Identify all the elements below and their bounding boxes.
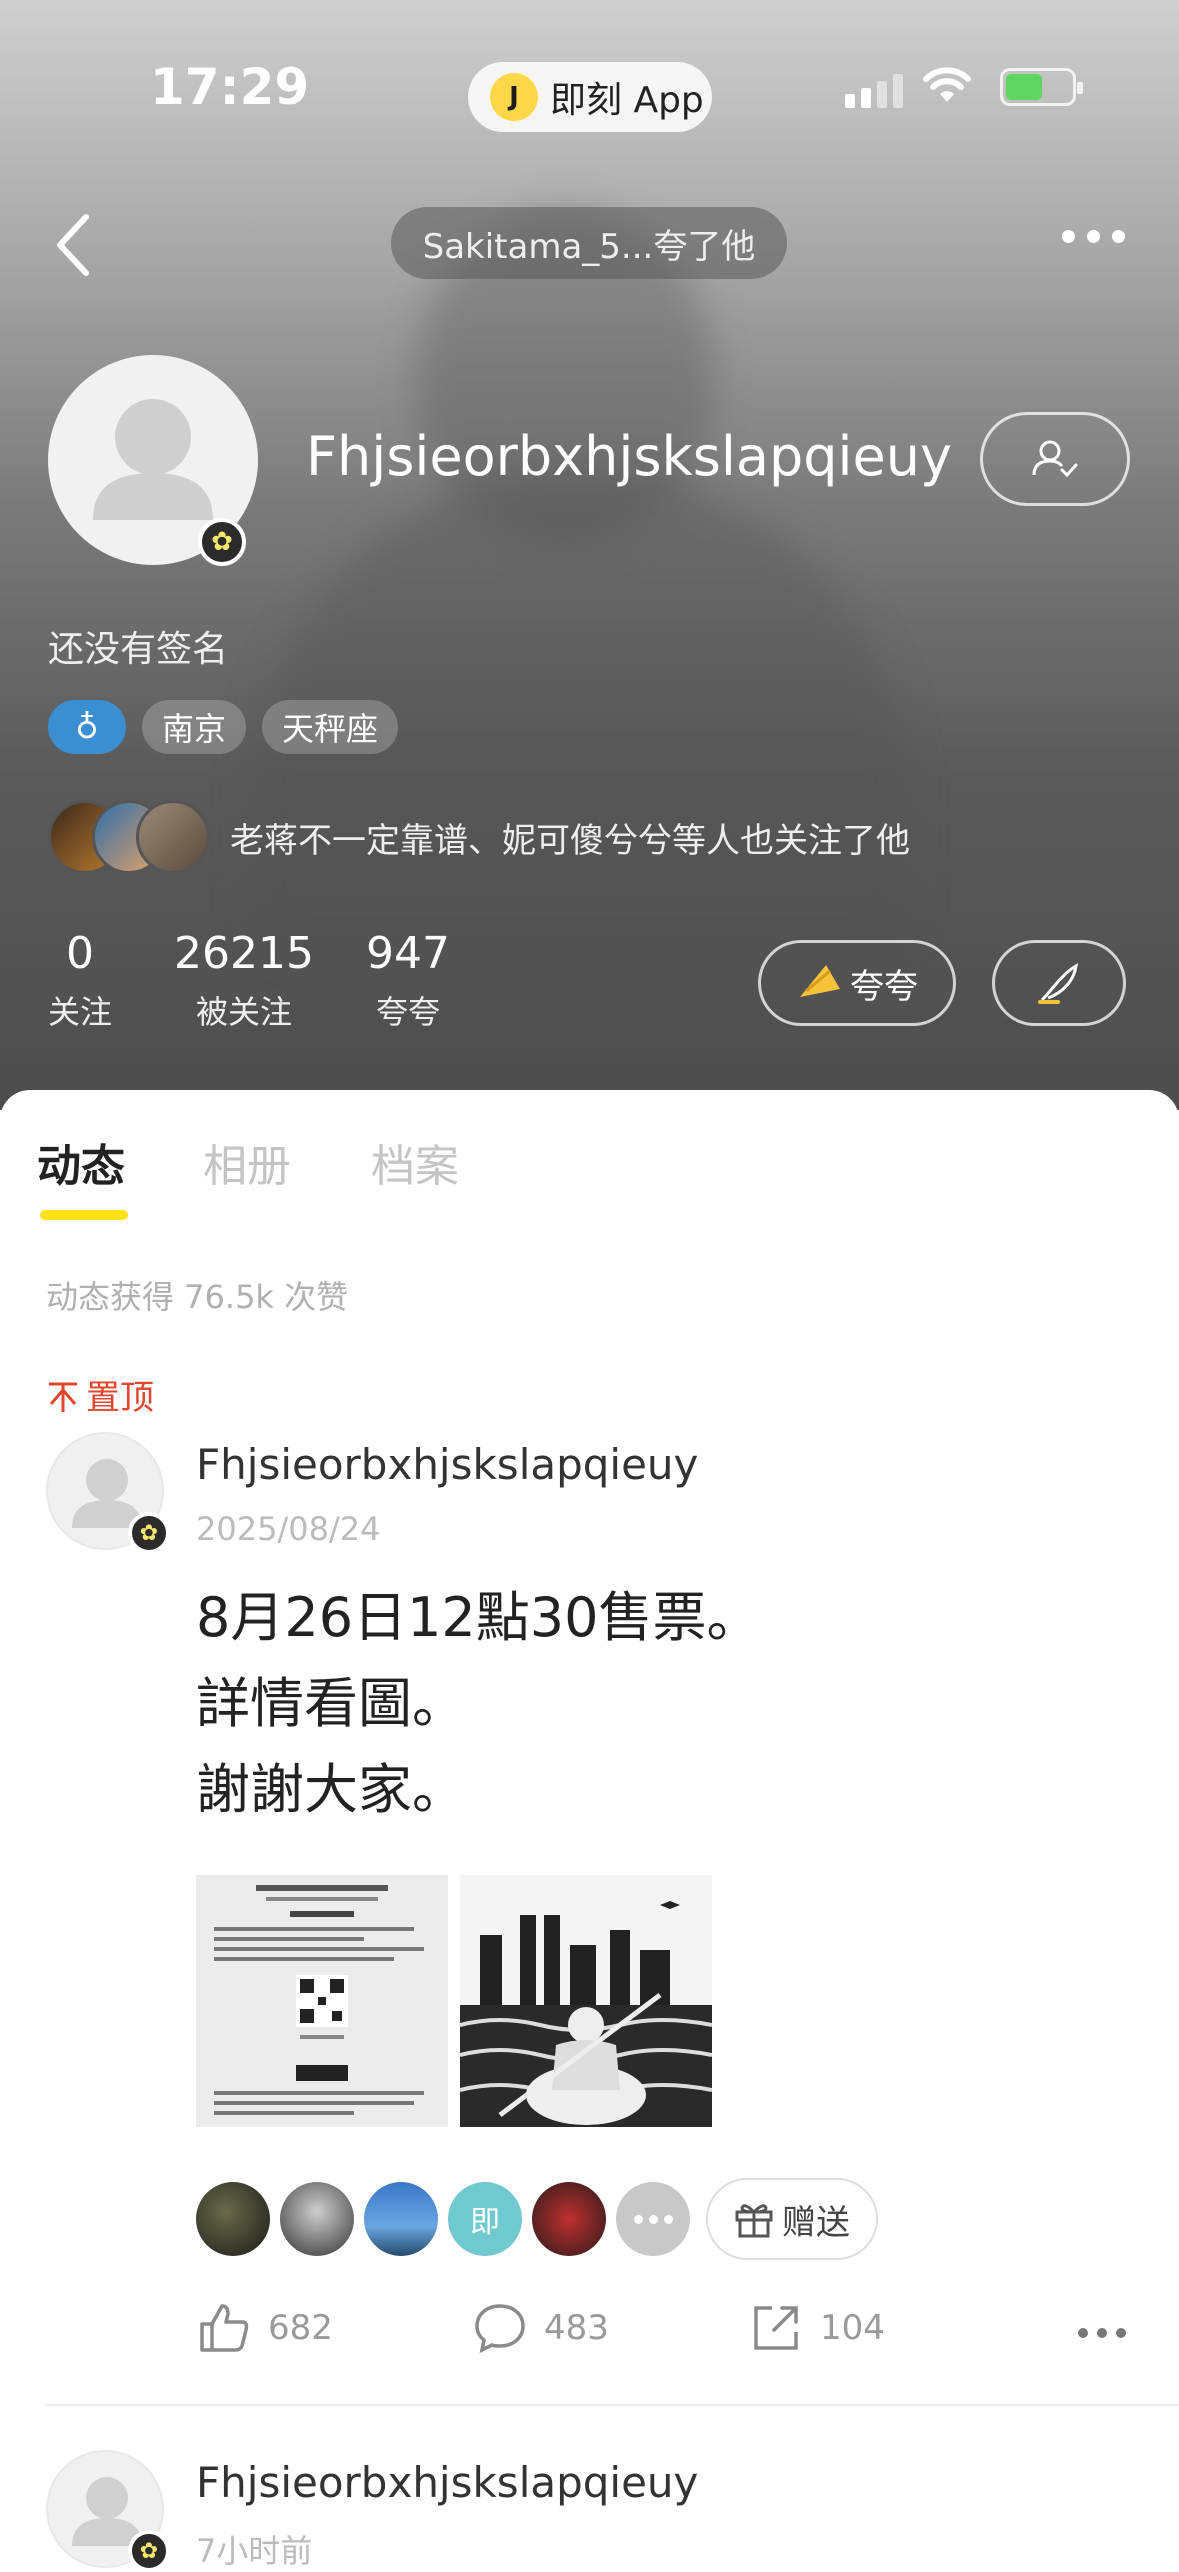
post-author-name[interactable]: Fhjsieorbxhjskslapqieuy <box>196 1440 698 1489</box>
post-image-ticket-info[interactable] <box>196 1875 448 2127</box>
stat-praise[interactable]: 947 夸夸 <box>366 928 450 1033</box>
location-tag: 南京 <box>142 700 247 754</box>
gift-giver-avatar[interactable] <box>196 2182 270 2256</box>
write-praise-button[interactable] <box>992 940 1126 1026</box>
thumbs-up-icon <box>200 2304 249 2352</box>
pin-icon <box>49 1382 77 1412</box>
more-givers-icon[interactable] <box>616 2182 690 2256</box>
user-check-icon <box>1032 440 1078 478</box>
likes-summary: 动态获得 76.5k 次赞 <box>46 1278 349 1316</box>
gift-button[interactable]: 赠送 <box>706 2178 878 2260</box>
gender-tag: ♁ <box>48 700 126 754</box>
comment-button[interactable]: 483 <box>472 2300 609 2356</box>
tab-album[interactable]: 相册 <box>203 1130 291 1194</box>
mutual-avatar <box>136 800 210 874</box>
share-button[interactable]: 104 <box>748 2300 885 2356</box>
post-divider <box>46 2404 1179 2406</box>
post-date: 7小时前 <box>196 2532 313 2570</box>
post-date: 2025/08/24 <box>196 1510 381 1548</box>
like-button[interactable]: 682 <box>196 2300 333 2356</box>
comment-bubble-icon <box>475 2304 525 2354</box>
cellular-signal-icon <box>845 72 903 108</box>
post-text: 8月26日12點30售票。 詳情看圖。 謝謝大家。 <box>196 1586 761 1821</box>
active-tab-indicator <box>40 1210 128 1220</box>
mutual-followers-text: 老蒋不一定靠谱、妮可傻兮兮等人也关注了他 <box>230 820 910 861</box>
tab-posts[interactable]: 动态 <box>37 1130 125 1194</box>
gift-icon <box>735 2204 773 2238</box>
profile-tags: ♁ 南京 天秤座 <box>48 700 399 754</box>
profile-bio: 还没有签名 <box>48 629 229 670</box>
more-options-icon[interactable] <box>1062 230 1125 243</box>
post-more-icon[interactable] <box>1078 2328 1126 2338</box>
mutual-followers[interactable]: 老蒋不一定靠谱、妮可傻兮兮等人也关注了他 <box>48 800 910 874</box>
gift-giver-avatar[interactable]: 即 <box>448 2182 522 2256</box>
share-icon <box>754 2306 798 2350</box>
gift-giver-avatar[interactable] <box>280 2182 354 2256</box>
zodiac-tag: 天秤座 <box>262 700 399 754</box>
megaphone-icon <box>800 965 840 997</box>
praise-notice-pill[interactable]: Sakitama_5...夸了他 <box>391 207 787 279</box>
flower-badge-icon: ✿ <box>198 518 246 566</box>
gift-giver-avatar[interactable] <box>364 2182 438 2256</box>
return-app-label: 即刻 App <box>550 80 704 121</box>
gift-givers-row: 即 赠送 <box>196 2178 878 2260</box>
gift-giver-avatar[interactable] <box>532 2182 606 2256</box>
stat-followers[interactable]: 26215 被关注 <box>174 928 314 1033</box>
flower-badge-icon: ✿ <box>128 1512 170 1554</box>
stat-following[interactable]: 0 关注 <box>48 928 112 1033</box>
flower-badge-icon: ✿ <box>128 2530 170 2572</box>
post-author-name[interactable]: Fhjsieorbxhjskslapqieuy <box>196 2458 698 2507</box>
following-button[interactable] <box>980 412 1130 506</box>
return-to-app-pill[interactable]: J 即刻 App <box>468 62 712 132</box>
wifi-icon <box>923 67 971 102</box>
post-image-illustration[interactable] <box>460 1875 712 2127</box>
battery-icon <box>1000 68 1083 106</box>
quill-pen-icon <box>1038 963 1078 1004</box>
status-time: 17:29 <box>150 58 310 116</box>
back-icon[interactable] <box>48 205 108 285</box>
jike-logo-icon: J <box>490 73 538 121</box>
tab-profile-info[interactable]: 档案 <box>371 1130 459 1194</box>
profile-username: Fhjsieorbxhjskslapqieuy <box>306 425 952 488</box>
praise-button[interactable]: 夸夸 <box>758 940 956 1026</box>
pinned-label: 置顶 <box>46 1370 154 1419</box>
